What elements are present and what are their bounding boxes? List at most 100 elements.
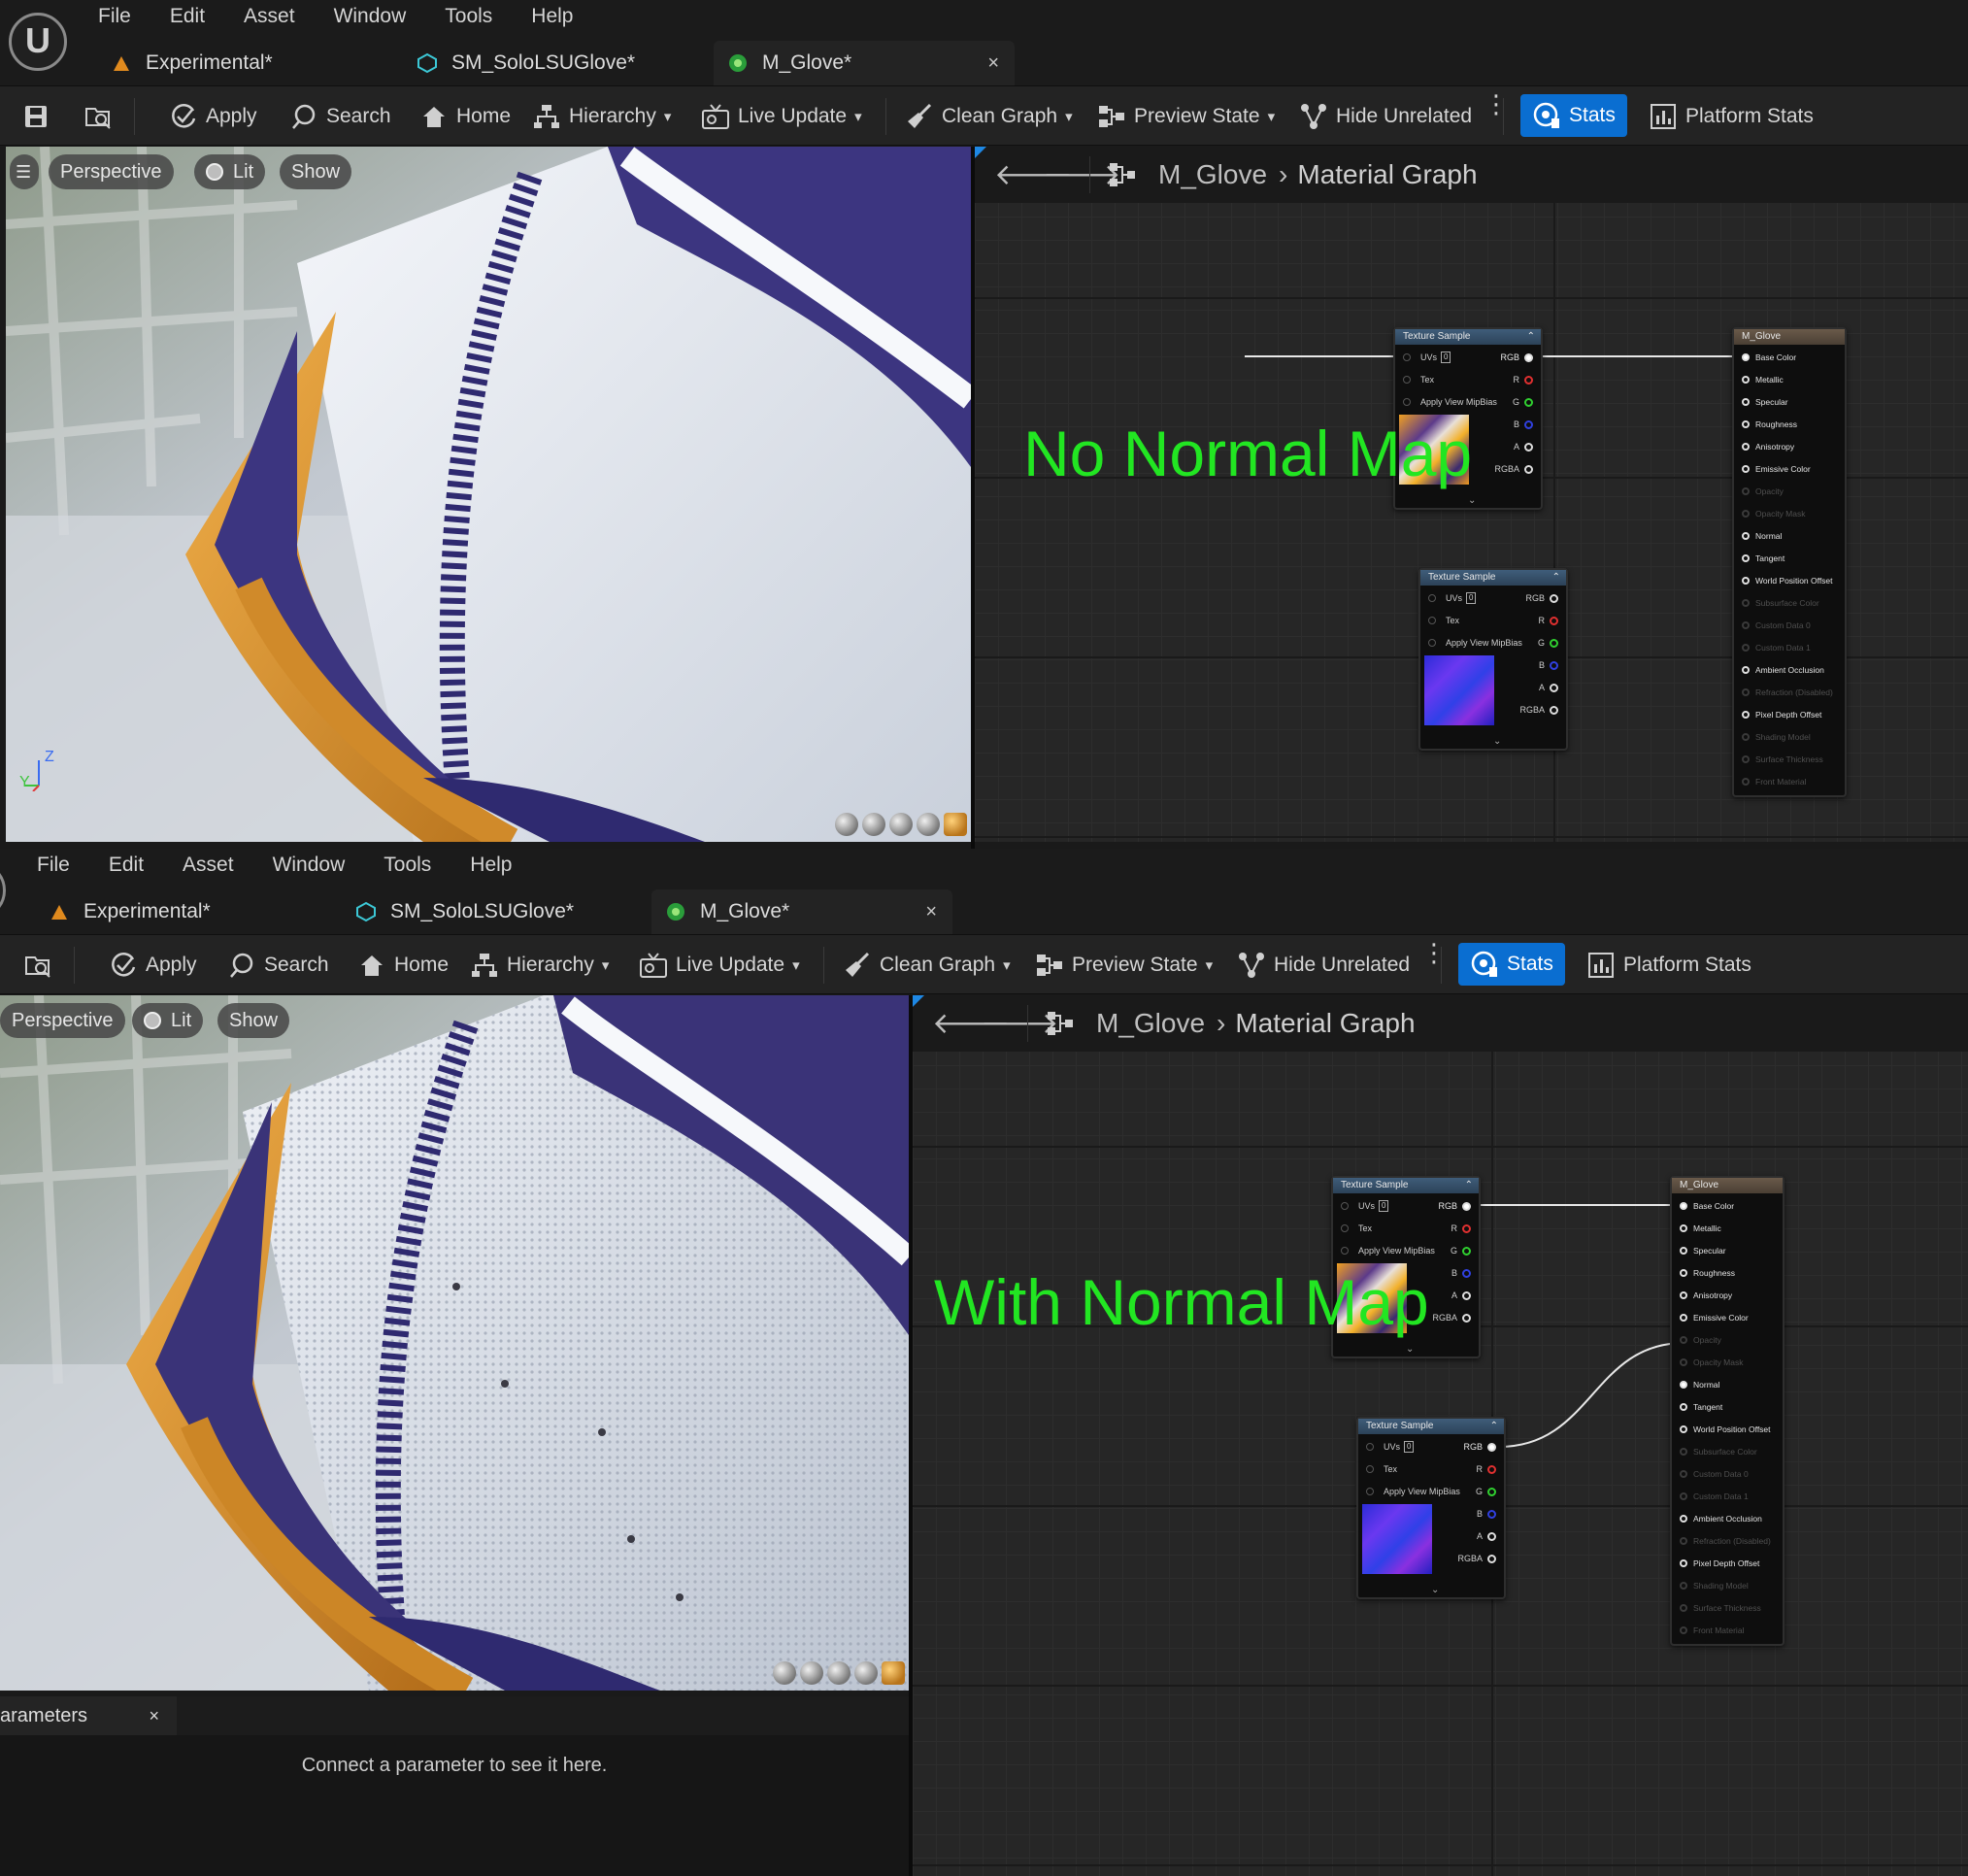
output-pin-icon[interactable] [1524,397,1533,407]
normal-texture-thumbnail[interactable] [1362,1504,1432,1574]
result-pin-specular[interactable]: Specular [1680,1244,1726,1257]
input-pin-icon[interactable] [1742,487,1750,495]
search-button[interactable]: Search [289,86,391,147]
tab-experimental[interactable]: Experimental* [35,889,336,934]
output-pin-icon[interactable] [1550,705,1558,715]
output-pin-icon[interactable] [1462,1246,1471,1256]
close-tab-icon[interactable]: × [925,901,937,923]
menu-file[interactable]: File [17,853,89,878]
custom-mesh-preview-icon[interactable] [944,813,967,836]
input-pin-icon[interactable] [1680,1559,1687,1567]
input-pin-icon[interactable] [1680,1381,1687,1389]
result-pin-ambient-occlusion[interactable]: Ambient Occlusion [1680,1512,1762,1525]
stats-button[interactable]: Stats [1520,94,1627,137]
menu-file[interactable]: File [79,4,150,29]
menu-tools[interactable]: Tools [425,4,512,29]
menu-asset[interactable]: Asset [224,4,315,29]
result-pin-emissive-color[interactable]: Emissive Color [1680,1311,1749,1324]
output-pin-icon[interactable] [1524,375,1533,385]
lit-button[interactable]: Lit [194,154,266,189]
cube-preview-icon[interactable] [854,1661,878,1685]
menu-help[interactable]: Help [450,853,531,878]
output-pin-icon[interactable] [1462,1268,1471,1278]
result-pin-pixel-depth-offset[interactable]: Pixel Depth Offset [1742,708,1821,721]
more-options-icon[interactable]: ⋮ [1484,91,1509,117]
input-pin-icon[interactable] [1680,1582,1687,1590]
uv-index-box[interactable]: 0 [1379,1200,1389,1212]
output-pin-icon[interactable] [1550,638,1558,648]
apply-button[interactable]: Apply [109,935,197,995]
platform-stats-button[interactable]: Platform Stats [1586,935,1751,995]
input-pin-icon[interactable] [1742,688,1750,696]
home-button[interactable]: Home [357,935,449,995]
cylinder-preview-icon[interactable] [835,813,858,836]
input-pin-icon[interactable] [1403,376,1411,384]
input-pin-icon[interactable] [1680,1470,1687,1478]
input-pin-icon[interactable] [1742,376,1750,384]
output-pin-icon[interactable] [1462,1290,1471,1300]
result-pin-ambient-occlusion[interactable]: Ambient Occlusion [1742,663,1824,677]
input-pin-icon[interactable] [1742,666,1750,674]
hierarchy-button[interactable]: Hierarchy ▾ [470,935,609,995]
tab-material[interactable]: M_Glove* × [714,41,1015,85]
output-pin-icon[interactable] [1524,464,1533,474]
result-pin-emissive-color[interactable]: Emissive Color [1742,462,1811,476]
input-pin-icon[interactable] [1428,617,1436,624]
preview-viewport[interactable]: Perspective Lit Show [0,995,909,1691]
platform-stats-button[interactable]: Platform Stats [1649,86,1814,147]
browse-button[interactable] [83,86,120,147]
output-pin-icon[interactable] [1550,683,1558,692]
input-pin-icon[interactable] [1680,1448,1687,1456]
search-button[interactable]: Search [227,935,329,995]
output-pin-icon[interactable] [1462,1201,1471,1211]
result-pin-world-position-offset[interactable]: World Position Offset [1742,574,1833,587]
output-pin-icon[interactable] [1550,593,1558,603]
unreal-logo-icon[interactable]: U [9,13,67,71]
menu-asset[interactable]: Asset [163,853,253,878]
tab-experimental[interactable]: Experimental* [97,41,398,85]
result-pin-metallic[interactable]: Metallic [1742,373,1784,386]
result-pin-normal[interactable]: Normal [1742,529,1782,543]
menu-window[interactable]: Window [315,4,426,29]
uv-index-box[interactable]: 0 [1466,592,1477,604]
input-pin-icon[interactable] [1403,398,1411,406]
unreal-logo-icon[interactable]: U [0,861,6,920]
live-update-button[interactable]: Live Update ▾ [639,935,800,995]
input-pin-icon[interactable] [1366,1465,1374,1473]
preview-viewport[interactable]: ☰ Perspective Lit Show Z Y [6,147,971,842]
input-pin-icon[interactable] [1680,1537,1687,1545]
collapse-icon[interactable]: ⌃ [1527,329,1535,345]
input-pin-icon[interactable] [1680,1492,1687,1500]
tab-static-mesh[interactable]: SM_SoloLSUGlove* [342,889,643,934]
output-pin-icon[interactable] [1487,1554,1496,1563]
cube-preview-icon[interactable] [917,813,940,836]
perspective-button[interactable]: Perspective [49,154,174,189]
clean-graph-button[interactable]: Clean Graph ▾ [905,86,1073,147]
output-pin-icon[interactable] [1462,1313,1471,1323]
expand-icon[interactable]: ⌄ [1493,736,1501,747]
input-pin-icon[interactable] [1742,711,1750,719]
result-pin-tangent[interactable]: Tangent [1680,1400,1722,1414]
result-pin-normal[interactable]: Normal [1680,1378,1719,1391]
result-pin-base-color[interactable]: Base Color [1742,351,1796,364]
input-pin-icon[interactable] [1680,1403,1687,1411]
output-pin-icon[interactable] [1524,352,1533,362]
result-pin-roughness[interactable]: Roughness [1742,418,1797,431]
stats-button[interactable]: Stats [1458,943,1565,986]
input-pin-icon[interactable] [1680,1515,1687,1523]
result-pin-base-color[interactable]: Base Color [1680,1199,1734,1213]
input-pin-icon[interactable] [1366,1488,1374,1495]
input-pin-icon[interactable] [1680,1336,1687,1344]
input-pin-icon[interactable] [1742,577,1750,585]
uv-index-box[interactable]: 0 [1441,352,1451,363]
material-result-node[interactable]: M_Glove Base Color Metallic Specular Roughn… [1670,1176,1785,1646]
tab-material[interactable]: M_Glove* × [651,889,952,934]
more-options-icon[interactable]: ⋮ [1421,940,1447,965]
input-pin-icon[interactable] [1742,420,1750,428]
sphere-preview-icon[interactable] [862,813,885,836]
input-pin-icon[interactable] [1742,755,1750,763]
input-pin-icon[interactable] [1341,1247,1349,1255]
output-pin-icon[interactable] [1487,1509,1496,1519]
input-pin-icon[interactable] [1742,353,1750,361]
home-button[interactable]: Home [419,86,511,147]
